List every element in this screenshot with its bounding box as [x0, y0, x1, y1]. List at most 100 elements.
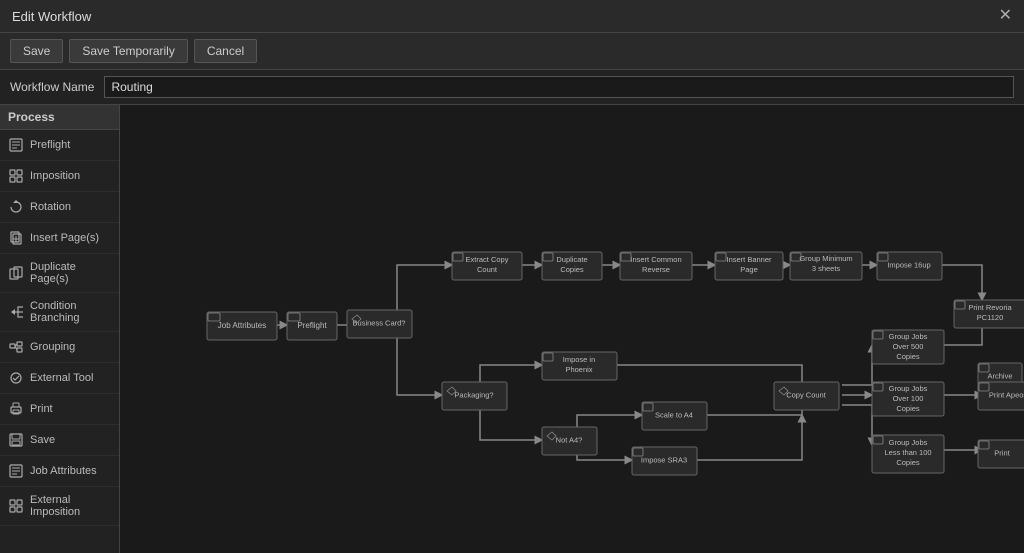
svg-text:Impose SRA3: Impose SRA3 — [641, 456, 687, 465]
node-scale-a4[interactable]: Scale to A4 — [642, 402, 707, 430]
node-packaging[interactable]: Packaging? — [442, 382, 507, 410]
sidebar-item-duplicate-pages[interactable]: Duplicate Page(s) — [0, 254, 119, 293]
node-insert-banner-page[interactable]: Insert Banner Page — [715, 252, 783, 280]
sidebar-label-external-tool: External Tool — [30, 372, 93, 384]
node-print-bottom[interactable]: Print — [978, 440, 1024, 468]
workflow-name-row: Workflow Name — [0, 70, 1024, 105]
close-button[interactable]: ✕ — [999, 8, 1012, 24]
svg-text:Extract Copy: Extract Copy — [466, 255, 509, 264]
node-impose-sra3[interactable]: Impose SRA3 — [632, 447, 697, 475]
svg-text:Not A4?: Not A4? — [556, 436, 583, 445]
node-impose-phoenix[interactable]: Impose in Phoenix — [542, 352, 617, 380]
sidebar-item-job-attributes[interactable]: Job Attributes — [0, 456, 119, 487]
node-preflight[interactable]: Preflight — [287, 312, 337, 340]
sidebar-label-duplicate-pages: Duplicate Page(s) — [30, 261, 111, 285]
svg-text:Duplicate: Duplicate — [556, 255, 587, 264]
svg-text:Over 100: Over 100 — [893, 394, 924, 403]
sidebar-label-job-attributes: Job Attributes — [30, 465, 97, 477]
sidebar-label-insert-pages: Insert Page(s) — [30, 232, 99, 244]
svg-text:Copies: Copies — [896, 458, 920, 467]
sidebar-item-condition-branching[interactable]: Condition Branching — [0, 293, 119, 332]
sidebar-label-print: Print — [30, 403, 53, 415]
external-imposition-icon — [8, 498, 24, 514]
title-bar: Edit Workflow ✕ — [0, 0, 1024, 33]
cancel-button[interactable]: Cancel — [194, 39, 257, 63]
sidebar-item-print[interactable]: Print — [0, 394, 119, 425]
node-print-revoria[interactable]: Print Revoria PC1120 — [954, 300, 1024, 328]
sidebar-section-header: Process — [0, 105, 119, 130]
svg-text:PC1120: PC1120 — [977, 313, 1004, 322]
svg-text:Packaging?: Packaging? — [454, 391, 493, 400]
sidebar-label-imposition: Imposition — [30, 170, 80, 182]
svg-text:Archive: Archive — [987, 372, 1012, 381]
node-print-apeos[interactable]: Print Apeos — [978, 382, 1024, 410]
svg-text:Print Revoria: Print Revoria — [968, 303, 1012, 312]
svg-text:Over 500: Over 500 — [893, 342, 924, 351]
svg-text:Preflight: Preflight — [297, 321, 327, 330]
svg-text:Group Jobs: Group Jobs — [889, 332, 928, 341]
node-job-attributes[interactable]: Job Attributes — [207, 312, 277, 340]
insert-pages-icon — [8, 230, 24, 246]
canvas-area: Job Attributes Preflight Business Card? … — [120, 105, 1024, 553]
svg-text:Copies: Copies — [896, 352, 920, 361]
svg-text:Group Jobs: Group Jobs — [889, 438, 928, 447]
svg-text:Print Apeos: Print Apeos — [989, 391, 1024, 400]
workflow-diagram: Job Attributes Preflight Business Card? … — [120, 105, 1024, 553]
main-area: Process Preflight Imposition Rotation In… — [0, 105, 1024, 553]
svg-text:Scale to A4: Scale to A4 — [655, 411, 693, 420]
node-group-less-100[interactable]: Group Jobs Less than 100 Copies — [872, 435, 944, 473]
sidebar-item-external-imposition[interactable]: External Imposition — [0, 487, 119, 526]
preflight-icon — [8, 137, 24, 153]
svg-text:3 sheets: 3 sheets — [812, 264, 841, 273]
svg-text:Print: Print — [994, 449, 1010, 458]
svg-text:Less than 100: Less than 100 — [884, 448, 931, 457]
svg-text:Copy Count: Copy Count — [786, 391, 827, 400]
sidebar-item-rotation[interactable]: Rotation — [0, 192, 119, 223]
svg-text:Reverse: Reverse — [642, 265, 670, 274]
node-group-over-500[interactable]: Group Jobs Over 500 Copies — [872, 330, 944, 364]
node-business-card[interactable]: Business Card? — [347, 310, 412, 338]
svg-text:Copies: Copies — [560, 265, 584, 274]
node-extract-copy-count[interactable]: Extract Copy Count — [452, 252, 522, 280]
svg-text:Insert Banner: Insert Banner — [726, 255, 772, 264]
print-icon — [8, 401, 24, 417]
job-attributes-icon — [8, 463, 24, 479]
svg-text:Group Jobs: Group Jobs — [889, 384, 928, 393]
node-duplicate-copies[interactable]: Duplicate Copies — [542, 252, 602, 280]
sidebar-item-external-tool[interactable]: External Tool — [0, 363, 119, 394]
toolbar: Save Save Temporarily Cancel — [0, 33, 1024, 70]
node-copy-count[interactable]: Copy Count — [774, 382, 839, 410]
node-insert-common-reverse[interactable]: Insert Common Reverse — [620, 252, 692, 280]
sidebar-item-insert-pages[interactable]: Insert Page(s) — [0, 223, 119, 254]
sidebar-item-save[interactable]: Save — [0, 425, 119, 456]
svg-text:Group Minimum: Group Minimum — [799, 254, 852, 263]
sidebar-item-preflight[interactable]: Preflight — [0, 130, 119, 161]
sidebar-label-save: Save — [30, 434, 55, 446]
sidebar-item-grouping[interactable]: Grouping — [0, 332, 119, 363]
save-temporarily-button[interactable]: Save Temporarily — [69, 39, 187, 63]
sidebar-item-imposition[interactable]: Imposition — [0, 161, 119, 192]
node-impose-16up[interactable]: Impose 16up — [877, 252, 942, 280]
workflow-name-input[interactable] — [104, 76, 1014, 98]
sidebar-label-external-imposition: External Imposition — [30, 494, 111, 518]
duplicate-pages-icon — [8, 265, 24, 281]
svg-text:Insert Common: Insert Common — [630, 255, 681, 264]
svg-text:Count: Count — [477, 265, 498, 274]
save-button[interactable]: Save — [10, 39, 63, 63]
imposition-icon — [8, 168, 24, 184]
svg-text:Copies: Copies — [896, 404, 920, 413]
node-group-over-100[interactable]: Group Jobs Over 100 Copies — [872, 382, 944, 416]
sidebar-label-grouping: Grouping — [30, 341, 75, 353]
sidebar-label-rotation: Rotation — [30, 201, 71, 213]
workflow-name-label: Workflow Name — [10, 80, 94, 94]
grouping-icon — [8, 339, 24, 355]
condition-branching-icon — [8, 304, 24, 320]
node-group-minimum-3[interactable]: Group Minimum 3 sheets — [790, 252, 862, 280]
save-icon — [8, 432, 24, 448]
sidebar: Process Preflight Imposition Rotation In… — [0, 105, 120, 553]
svg-text:Impose 16up: Impose 16up — [887, 261, 930, 270]
sidebar-label-preflight: Preflight — [30, 139, 70, 151]
svg-text:Page: Page — [740, 265, 758, 274]
svg-text:Impose in: Impose in — [563, 355, 596, 364]
node-not-a4[interactable]: Not A4? — [542, 427, 597, 455]
